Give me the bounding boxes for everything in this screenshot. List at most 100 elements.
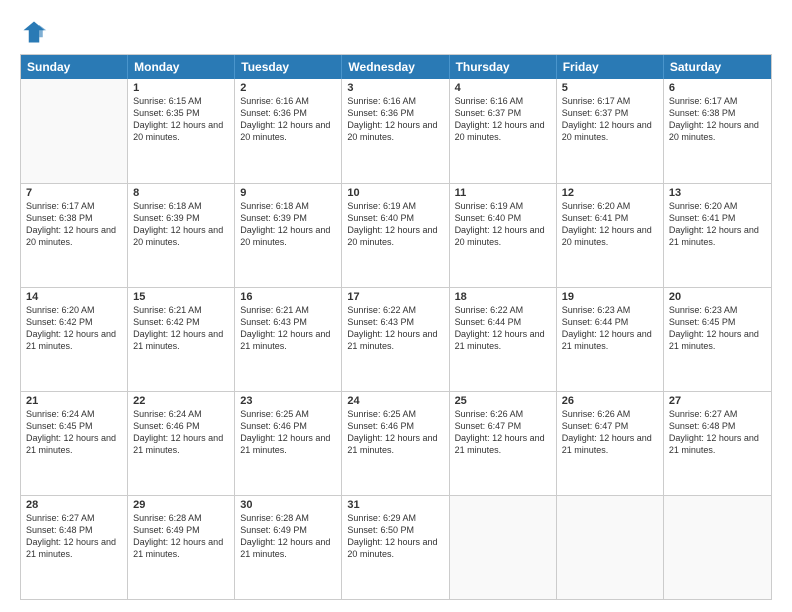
day-cell-5: 5Sunrise: 6:17 AM Sunset: 6:37 PM Daylig…	[557, 79, 664, 183]
cell-info: Sunrise: 6:22 AM Sunset: 6:43 PM Dayligh…	[347, 304, 443, 353]
cell-info: Sunrise: 6:17 AM Sunset: 6:37 PM Dayligh…	[562, 95, 658, 144]
page: SundayMondayTuesdayWednesdayThursdayFrid…	[0, 0, 792, 612]
day-cell-11: 11Sunrise: 6:19 AM Sunset: 6:40 PM Dayli…	[450, 184, 557, 287]
day-cell-13: 13Sunrise: 6:20 AM Sunset: 6:41 PM Dayli…	[664, 184, 771, 287]
day-cell-4: 4Sunrise: 6:16 AM Sunset: 6:37 PM Daylig…	[450, 79, 557, 183]
logo-icon	[20, 18, 48, 46]
cell-info: Sunrise: 6:28 AM Sunset: 6:49 PM Dayligh…	[133, 512, 229, 561]
day-number: 22	[133, 395, 229, 407]
cell-info: Sunrise: 6:21 AM Sunset: 6:42 PM Dayligh…	[133, 304, 229, 353]
cell-info: Sunrise: 6:27 AM Sunset: 6:48 PM Dayligh…	[669, 408, 766, 457]
cell-info: Sunrise: 6:24 AM Sunset: 6:46 PM Dayligh…	[133, 408, 229, 457]
day-number: 21	[26, 395, 122, 407]
day-number: 2	[240, 82, 336, 94]
day-number: 11	[455, 187, 551, 199]
weekday-header-tuesday: Tuesday	[235, 55, 342, 79]
weekday-header-friday: Friday	[557, 55, 664, 79]
day-cell-23: 23Sunrise: 6:25 AM Sunset: 6:46 PM Dayli…	[235, 392, 342, 495]
day-number: 20	[669, 291, 766, 303]
calendar-header: SundayMondayTuesdayWednesdayThursdayFrid…	[21, 55, 771, 79]
week-row-5: 28Sunrise: 6:27 AM Sunset: 6:48 PM Dayli…	[21, 495, 771, 599]
weekday-header-sunday: Sunday	[21, 55, 128, 79]
day-cell-19: 19Sunrise: 6:23 AM Sunset: 6:44 PM Dayli…	[557, 288, 664, 391]
day-cell-3: 3Sunrise: 6:16 AM Sunset: 6:36 PM Daylig…	[342, 79, 449, 183]
day-number: 31	[347, 499, 443, 511]
day-number: 13	[669, 187, 766, 199]
day-number: 14	[26, 291, 122, 303]
day-number: 7	[26, 187, 122, 199]
day-cell-1: 1Sunrise: 6:15 AM Sunset: 6:35 PM Daylig…	[128, 79, 235, 183]
cell-info: Sunrise: 6:16 AM Sunset: 6:36 PM Dayligh…	[240, 95, 336, 144]
day-cell-6: 6Sunrise: 6:17 AM Sunset: 6:38 PM Daylig…	[664, 79, 771, 183]
day-number: 27	[669, 395, 766, 407]
empty-cell	[557, 496, 664, 599]
day-cell-14: 14Sunrise: 6:20 AM Sunset: 6:42 PM Dayli…	[21, 288, 128, 391]
day-number: 26	[562, 395, 658, 407]
day-cell-9: 9Sunrise: 6:18 AM Sunset: 6:39 PM Daylig…	[235, 184, 342, 287]
cell-info: Sunrise: 6:21 AM Sunset: 6:43 PM Dayligh…	[240, 304, 336, 353]
day-number: 19	[562, 291, 658, 303]
cell-info: Sunrise: 6:15 AM Sunset: 6:35 PM Dayligh…	[133, 95, 229, 144]
day-number: 9	[240, 187, 336, 199]
day-number: 1	[133, 82, 229, 94]
day-cell-15: 15Sunrise: 6:21 AM Sunset: 6:42 PM Dayli…	[128, 288, 235, 391]
cell-info: Sunrise: 6:26 AM Sunset: 6:47 PM Dayligh…	[455, 408, 551, 457]
empty-cell	[450, 496, 557, 599]
day-cell-26: 26Sunrise: 6:26 AM Sunset: 6:47 PM Dayli…	[557, 392, 664, 495]
cell-info: Sunrise: 6:16 AM Sunset: 6:36 PM Dayligh…	[347, 95, 443, 144]
empty-cell	[664, 496, 771, 599]
day-cell-8: 8Sunrise: 6:18 AM Sunset: 6:39 PM Daylig…	[128, 184, 235, 287]
cell-info: Sunrise: 6:19 AM Sunset: 6:40 PM Dayligh…	[455, 200, 551, 249]
day-number: 30	[240, 499, 336, 511]
day-number: 6	[669, 82, 766, 94]
day-cell-12: 12Sunrise: 6:20 AM Sunset: 6:41 PM Dayli…	[557, 184, 664, 287]
cell-info: Sunrise: 6:26 AM Sunset: 6:47 PM Dayligh…	[562, 408, 658, 457]
day-cell-22: 22Sunrise: 6:24 AM Sunset: 6:46 PM Dayli…	[128, 392, 235, 495]
day-cell-2: 2Sunrise: 6:16 AM Sunset: 6:36 PM Daylig…	[235, 79, 342, 183]
day-number: 17	[347, 291, 443, 303]
cell-info: Sunrise: 6:25 AM Sunset: 6:46 PM Dayligh…	[240, 408, 336, 457]
day-cell-16: 16Sunrise: 6:21 AM Sunset: 6:43 PM Dayli…	[235, 288, 342, 391]
day-number: 3	[347, 82, 443, 94]
day-cell-10: 10Sunrise: 6:19 AM Sunset: 6:40 PM Dayli…	[342, 184, 449, 287]
cell-info: Sunrise: 6:23 AM Sunset: 6:44 PM Dayligh…	[562, 304, 658, 353]
cell-info: Sunrise: 6:17 AM Sunset: 6:38 PM Dayligh…	[669, 95, 766, 144]
day-number: 15	[133, 291, 229, 303]
logo	[20, 18, 52, 46]
weekday-header-monday: Monday	[128, 55, 235, 79]
week-row-1: 1Sunrise: 6:15 AM Sunset: 6:35 PM Daylig…	[21, 79, 771, 183]
day-cell-29: 29Sunrise: 6:28 AM Sunset: 6:49 PM Dayli…	[128, 496, 235, 599]
cell-info: Sunrise: 6:22 AM Sunset: 6:44 PM Dayligh…	[455, 304, 551, 353]
weekday-header-saturday: Saturday	[664, 55, 771, 79]
day-cell-31: 31Sunrise: 6:29 AM Sunset: 6:50 PM Dayli…	[342, 496, 449, 599]
day-number: 29	[133, 499, 229, 511]
day-cell-30: 30Sunrise: 6:28 AM Sunset: 6:49 PM Dayli…	[235, 496, 342, 599]
cell-info: Sunrise: 6:19 AM Sunset: 6:40 PM Dayligh…	[347, 200, 443, 249]
day-number: 10	[347, 187, 443, 199]
cell-info: Sunrise: 6:20 AM Sunset: 6:41 PM Dayligh…	[669, 200, 766, 249]
day-number: 28	[26, 499, 122, 511]
cell-info: Sunrise: 6:27 AM Sunset: 6:48 PM Dayligh…	[26, 512, 122, 561]
day-number: 12	[562, 187, 658, 199]
calendar: SundayMondayTuesdayWednesdayThursdayFrid…	[20, 54, 772, 600]
day-cell-27: 27Sunrise: 6:27 AM Sunset: 6:48 PM Dayli…	[664, 392, 771, 495]
day-number: 5	[562, 82, 658, 94]
cell-info: Sunrise: 6:18 AM Sunset: 6:39 PM Dayligh…	[133, 200, 229, 249]
cell-info: Sunrise: 6:17 AM Sunset: 6:38 PM Dayligh…	[26, 200, 122, 249]
day-number: 25	[455, 395, 551, 407]
header	[20, 18, 772, 46]
day-cell-17: 17Sunrise: 6:22 AM Sunset: 6:43 PM Dayli…	[342, 288, 449, 391]
cell-info: Sunrise: 6:28 AM Sunset: 6:49 PM Dayligh…	[240, 512, 336, 561]
day-number: 8	[133, 187, 229, 199]
day-number: 23	[240, 395, 336, 407]
day-cell-21: 21Sunrise: 6:24 AM Sunset: 6:45 PM Dayli…	[21, 392, 128, 495]
week-row-4: 21Sunrise: 6:24 AM Sunset: 6:45 PM Dayli…	[21, 391, 771, 495]
empty-cell	[21, 79, 128, 183]
weekday-header-thursday: Thursday	[450, 55, 557, 79]
calendar-body: 1Sunrise: 6:15 AM Sunset: 6:35 PM Daylig…	[21, 79, 771, 599]
day-cell-25: 25Sunrise: 6:26 AM Sunset: 6:47 PM Dayli…	[450, 392, 557, 495]
cell-info: Sunrise: 6:20 AM Sunset: 6:41 PM Dayligh…	[562, 200, 658, 249]
day-cell-28: 28Sunrise: 6:27 AM Sunset: 6:48 PM Dayli…	[21, 496, 128, 599]
cell-info: Sunrise: 6:23 AM Sunset: 6:45 PM Dayligh…	[669, 304, 766, 353]
week-row-3: 14Sunrise: 6:20 AM Sunset: 6:42 PM Dayli…	[21, 287, 771, 391]
